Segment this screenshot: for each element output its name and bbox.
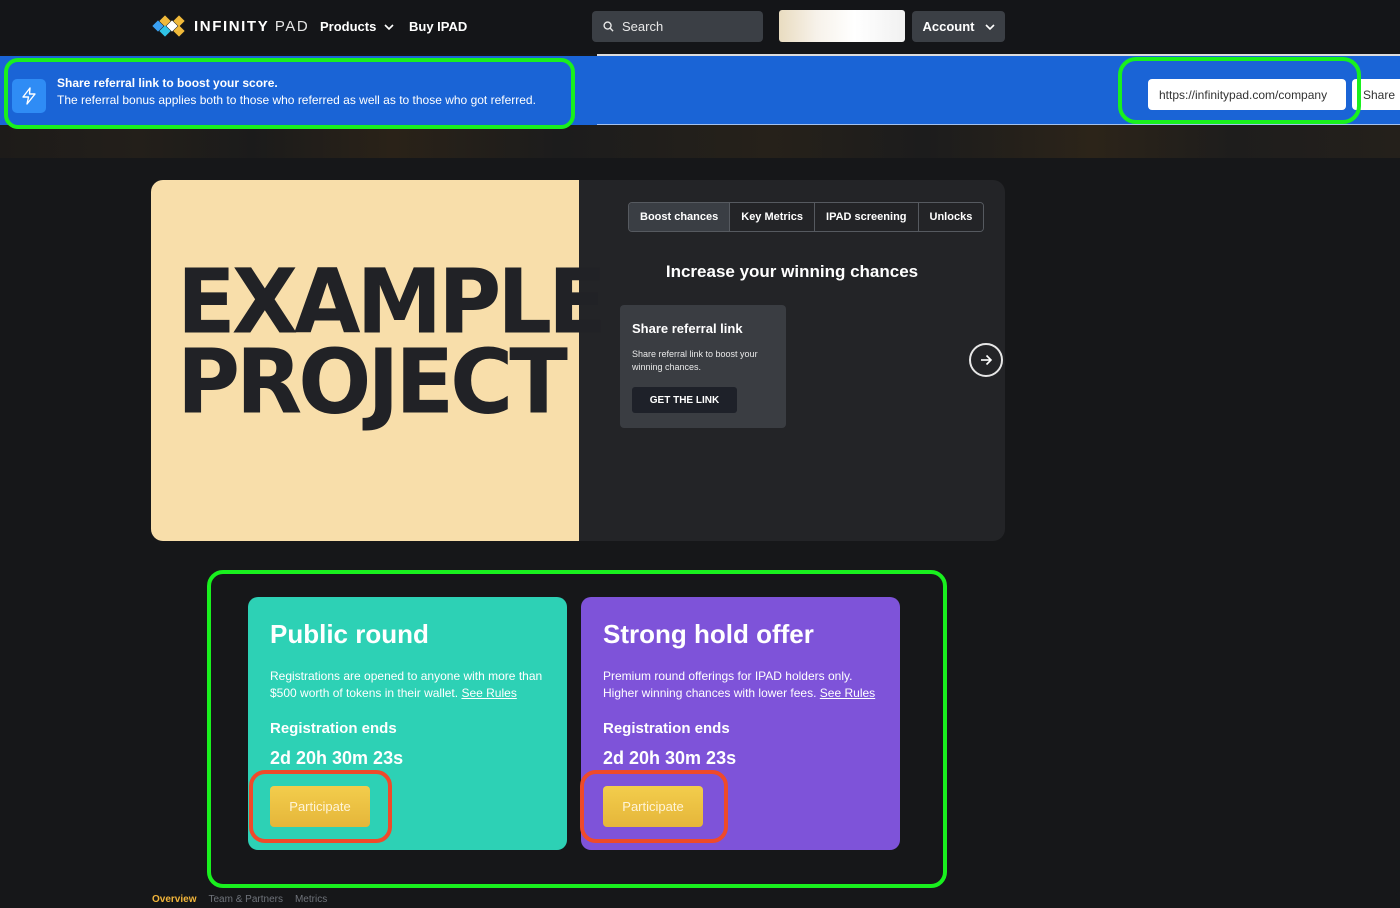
tab-boost-chances[interactable]: Boost chances — [629, 203, 730, 231]
tab-metrics[interactable]: Metrics — [295, 894, 327, 905]
chevron-down-icon — [984, 23, 995, 30]
project-title: EXAMPLE PROJECT — [177, 258, 607, 435]
get-the-link-button[interactable]: GET THE LINK — [632, 387, 737, 413]
logo[interactable]: INFINITY PAD — [152, 14, 309, 38]
project-section-tabs: Overview Team & Partners Metrics — [152, 894, 327, 905]
project-title-line2: PROJECT — [177, 330, 568, 435]
highlight-banner-text — [4, 58, 575, 129]
highlight-referral-url — [1118, 57, 1361, 124]
highlight-participate-strong — [580, 770, 728, 843]
tab-overview[interactable]: Overview — [152, 894, 196, 905]
ref-card-title: Share referral link — [632, 321, 743, 336]
hero-heading: Increase your winning chances — [665, 262, 919, 281]
nav-products[interactable]: Products — [320, 19, 394, 34]
background-strip — [0, 125, 1400, 158]
tab-ipad-screening[interactable]: IPAD screening — [814, 203, 918, 231]
chevron-down-icon — [384, 23, 394, 30]
highlight-participate-public — [249, 770, 392, 843]
logo-icon — [152, 15, 185, 37]
search-input[interactable]: Search — [592, 11, 763, 42]
ref-card-description: Share referral link to boost your winnin… — [632, 349, 758, 372]
nav-buy-ipad[interactable]: Buy IPAD — [409, 19, 467, 34]
top-navigation-bar: INFINITY PAD Products Buy IPAD Search Ac… — [0, 0, 1400, 54]
nav-buy-ipad-label: Buy IPAD — [409, 19, 468, 34]
tab-unlocks[interactable]: Unlocks — [917, 203, 984, 231]
project-hero: EXAMPLE PROJECT Boost chances Key Metric… — [151, 180, 1005, 541]
hero-tabs: Boost chances Key Metrics IPAD screening… — [628, 202, 985, 232]
search-icon — [603, 21, 614, 32]
account-button[interactable]: Account — [912, 11, 1005, 42]
tab-key-metrics[interactable]: Key Metrics — [729, 203, 815, 231]
next-slide-button[interactable] — [969, 343, 1003, 377]
tab-team-partners[interactable]: Team & Partners — [208, 894, 282, 905]
share-referral-card: Share referral link Share referral link … — [620, 305, 786, 428]
search-placeholder: Search — [622, 19, 664, 34]
logo-text: INFINITY PAD — [194, 17, 310, 35]
nav-products-label: Products — [320, 19, 377, 34]
project-banner-image: EXAMPLE PROJECT — [151, 180, 607, 541]
account-label: Account — [922, 19, 975, 34]
wallet-button-blurred[interactable] — [779, 10, 905, 42]
arrow-right-icon — [981, 354, 993, 366]
